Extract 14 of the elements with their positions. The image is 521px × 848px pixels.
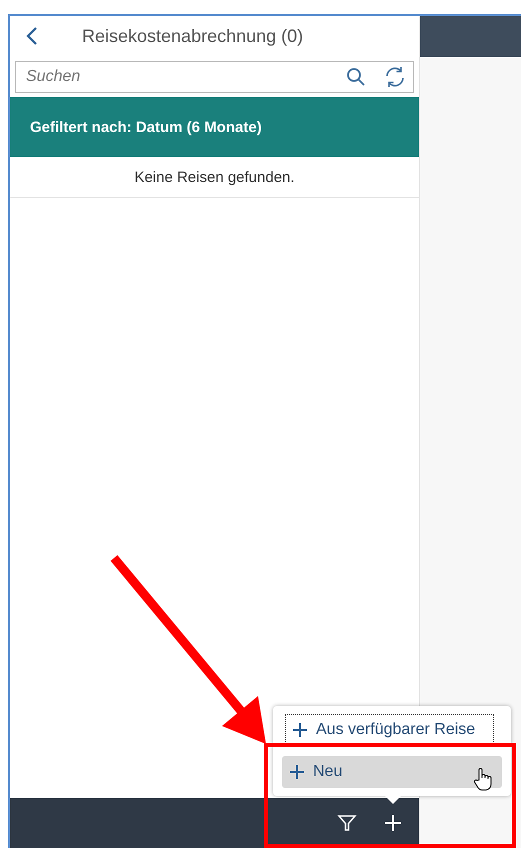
filter-text: Gefiltert nach: Datum (6 Monate) [30, 118, 262, 136]
page-title: Reisekostenabrechnung (0) [82, 26, 304, 46]
empty-message: Keine Reisen gefunden. [134, 168, 295, 186]
filter-bar[interactable]: Gefiltert nach: Datum (6 Monate) [10, 97, 419, 157]
back-button[interactable] [24, 25, 40, 47]
hand-cursor-icon [473, 767, 493, 791]
add-icon[interactable] [383, 813, 403, 833]
filter-icon[interactable] [337, 813, 357, 833]
search-field[interactable]: Suchen [15, 61, 414, 93]
menu-item[interactable]: Neu [282, 756, 502, 788]
refresh-icon[interactable] [384, 66, 406, 88]
search-icon[interactable] [346, 67, 366, 87]
plus-icon [289, 764, 305, 780]
plus-icon [292, 722, 308, 738]
